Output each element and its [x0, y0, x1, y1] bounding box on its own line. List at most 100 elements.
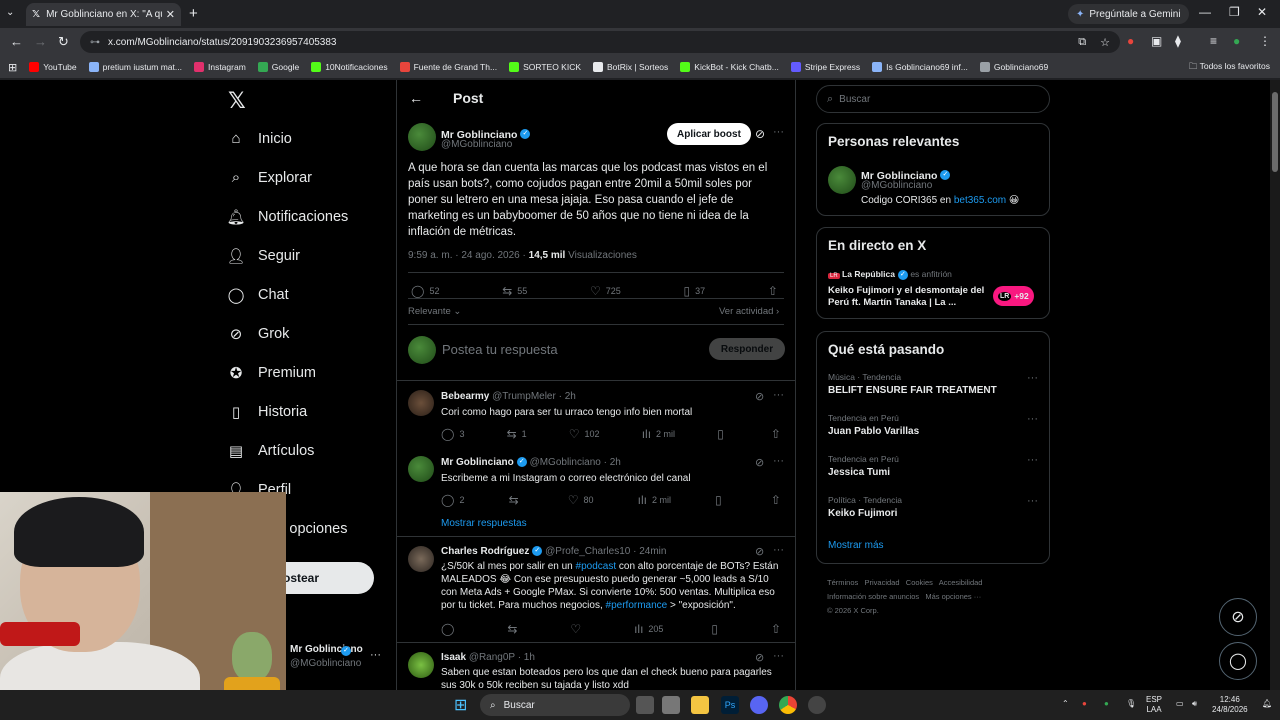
- avatar[interactable]: [408, 123, 436, 151]
- task-view-icon[interactable]: [636, 696, 654, 714]
- reload-icon[interactable]: ↻: [58, 34, 69, 50]
- trend-item[interactable]: Jessica Tumi: [828, 467, 890, 478]
- discord-icon[interactable]: [750, 696, 768, 714]
- page-scrollbar[interactable]: [1270, 80, 1280, 690]
- repost-action[interactable]: ⇆: [509, 493, 524, 507]
- bookmark-2[interactable]: Instagram: [193, 62, 246, 72]
- microphone-icon[interactable]: 🎙︎: [1126, 699, 1136, 709]
- trend-item[interactable]: BELIFT ENSURE FAIR TREATMENT: [828, 385, 997, 396]
- nav-history[interactable]: ▯ Historia: [226, 403, 307, 421]
- nav-notifications[interactable]: 🔔︎ Notificaciones: [226, 208, 348, 226]
- share-action[interactable]: ⇧: [771, 493, 786, 507]
- reply-action[interactable]: ◯ 2: [441, 493, 464, 507]
- file-explorer-icon[interactable]: [691, 696, 709, 714]
- like-action[interactable]: ♡ 725: [590, 284, 621, 298]
- bookmark-3[interactable]: Google: [257, 62, 299, 72]
- grok-icon[interactable]: ⊘: [755, 456, 764, 469]
- gemini-button[interactable]: ✦ Pregúntale a Gemini: [1068, 4, 1189, 24]
- apps-grid-icon[interactable]: ⊞: [8, 61, 17, 74]
- messages-fab-icon[interactable]: ◯: [1219, 642, 1257, 680]
- trend-more-icon[interactable]: ···: [1027, 372, 1038, 384]
- notifications-icon[interactable]: 🔔︎: [1262, 699, 1272, 709]
- close-window-icon[interactable]: ✕: [1257, 5, 1267, 19]
- more-icon[interactable]: ···: [773, 126, 784, 138]
- new-tab-icon[interactable]: +: [189, 5, 198, 22]
- repost-action[interactable]: ⇆: [507, 622, 522, 636]
- x-logo-icon[interactable]: 𝕏: [228, 88, 246, 114]
- bookmark-6[interactable]: SORTEO KICK: [509, 62, 581, 72]
- extension-2-icon[interactable]: ▣: [1151, 34, 1162, 48]
- bookmark-1[interactable]: pretium iustum mat...: [88, 62, 182, 72]
- footer-links-2[interactable]: Información sobre anuncios Más opciones …: [827, 590, 981, 604]
- sort-dropdown[interactable]: Relevante ⌄: [408, 306, 461, 317]
- site-info-icon[interactable]: ⊶: [90, 37, 100, 48]
- more-icon[interactable]: ···: [773, 544, 784, 556]
- reply-action[interactable]: ◯ 52: [411, 284, 439, 298]
- clock[interactable]: 12:46 24/8/2026: [1212, 695, 1248, 715]
- nav-follow[interactable]: 👤︎ Seguir: [226, 247, 299, 265]
- windows-start-icon[interactable]: ⊞: [454, 695, 467, 715]
- all-bookmarks-folder[interactable]: 🗀 Todos los favoritos: [1189, 61, 1270, 75]
- tray-app-icon[interactable]: ●: [1082, 699, 1087, 709]
- trend-item[interactable]: Juan Pablo Varillas: [828, 426, 919, 437]
- trend-item[interactable]: Keiko Fujimori: [828, 508, 897, 519]
- share-action[interactable]: ⇧: [768, 284, 783, 298]
- share-action[interactable]: ⇧: [771, 622, 786, 636]
- back-icon[interactable]: ←: [10, 34, 23, 49]
- account-more-icon[interactable]: ···: [370, 649, 381, 661]
- reply-action[interactable]: ◯: [441, 622, 459, 636]
- views-action[interactable]: ılı 205: [634, 622, 663, 636]
- nav-grok[interactable]: ⊘ Grok: [226, 325, 290, 343]
- profile-avatar[interactable]: ●: [1233, 34, 1240, 48]
- avatar[interactable]: [408, 456, 434, 482]
- grok-icon[interactable]: ⊘: [755, 127, 765, 141]
- chrome-icon[interactable]: [779, 696, 797, 714]
- bookmark-7[interactable]: BotRix | Sorteos: [593, 62, 668, 72]
- bookmark-4[interactable]: 10Notificaciones: [311, 62, 388, 72]
- bookmark-star-icon[interactable]: ☆: [1100, 36, 1110, 49]
- footer-links-1[interactable]: Términos Privacidad Cookies Accesibilida…: [827, 576, 982, 590]
- grok-icon[interactable]: ⊘: [755, 390, 764, 403]
- avatar[interactable]: [408, 546, 434, 572]
- avatar[interactable]: [828, 166, 856, 194]
- more-icon[interactable]: ···: [773, 455, 784, 467]
- bookmark-action[interactable]: ▯ 37: [684, 284, 706, 298]
- trend-more-icon[interactable]: ···: [1027, 454, 1038, 466]
- bookmark-action[interactable]: ▯: [717, 427, 729, 441]
- share-action[interactable]: ⇧: [771, 427, 786, 441]
- nav-explore[interactable]: ⌕ Explorar: [226, 169, 312, 186]
- back-arrow-icon[interactable]: ←: [409, 90, 423, 106]
- hashtag-link[interactable]: #podcast: [576, 561, 617, 572]
- hashtag-link[interactable]: #performance: [606, 600, 668, 611]
- photoshop-icon[interactable]: Ps: [721, 696, 739, 714]
- scrollbar-thumb[interactable]: [1272, 92, 1278, 172]
- like-action[interactable]: ♡ 80: [568, 493, 594, 507]
- bookmark-11[interactable]: Goblinciano69: [979, 62, 1048, 72]
- reply-item[interactable]: Mr Goblinciano ✓ @MGoblinciano · 2h ⊘ ···…: [397, 446, 795, 536]
- extensions-puzzle-icon[interactable]: ⧫: [1175, 34, 1181, 48]
- more-icon[interactable]: ···: [773, 650, 784, 662]
- tab-active[interactable]: 𝕏 Mr Goblinciano en X: "A que ho ✕: [26, 3, 181, 26]
- language-indicator[interactable]: ESP LAA: [1146, 695, 1162, 715]
- trend-more-icon[interactable]: ···: [1027, 495, 1038, 507]
- nav-home[interactable]: ⌂ Inicio: [226, 130, 291, 147]
- menu-kebab-icon[interactable]: ⋮: [1259, 34, 1271, 48]
- live-card[interactable]: En directo en X LR La República ✓ es anfi…: [816, 227, 1050, 319]
- avatar[interactable]: [408, 652, 434, 678]
- boost-button[interactable]: Aplicar boost: [667, 123, 751, 145]
- show-replies-link[interactable]: Mostrar respuestas: [441, 518, 527, 529]
- bio-link[interactable]: bet365.com: [954, 195, 1006, 206]
- view-activity-link[interactable]: Ver actividad ›: [719, 306, 779, 317]
- reply-item[interactable]: Isaak @Rang0P · 1h ⊘ ··· Saben que estan…: [397, 642, 795, 690]
- app-icon[interactable]: [808, 696, 826, 714]
- post-time[interactable]: 9:59 a. m. · 24 ago. 2026 ·: [408, 250, 529, 261]
- author-handle[interactable]: @MGoblinciano: [441, 139, 512, 150]
- trend-more-icon[interactable]: ···: [1027, 413, 1038, 425]
- bookmark-action[interactable]: ▯: [711, 622, 723, 636]
- like-action[interactable]: ♡ 102: [569, 427, 600, 441]
- media-icon[interactable]: ≡: [1210, 34, 1217, 48]
- repost-action[interactable]: ⇆ 1: [507, 427, 527, 441]
- nav-chat[interactable]: ◯ Chat: [226, 286, 289, 304]
- bookmark-10[interactable]: Is Goblinciano69 inf...: [872, 62, 968, 72]
- install-icon[interactable]: ⧉: [1078, 36, 1086, 49]
